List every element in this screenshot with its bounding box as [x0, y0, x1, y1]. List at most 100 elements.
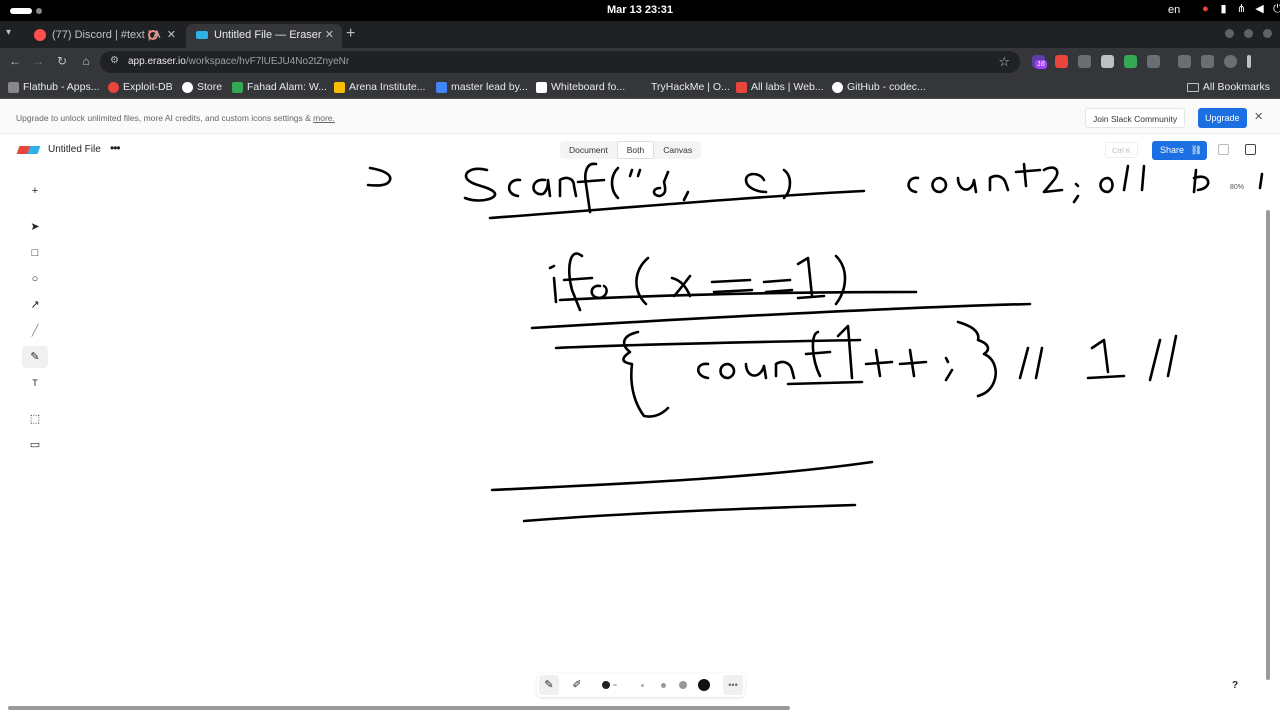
rectangle-tool-icon[interactable]: □ [22, 242, 48, 264]
bookmark-item[interactable]: Whiteboard fo... [536, 81, 625, 93]
zoom-level[interactable]: 80% [1230, 184, 1244, 191]
reload-icon[interactable]: ↻ [54, 54, 70, 68]
os-clock[interactable]: Mar 13 23:31 [0, 4, 1280, 16]
keyboard-language[interactable]: en [1168, 4, 1180, 16]
bookmark-item[interactable]: master lead by... [436, 81, 528, 93]
bookmark-item[interactable]: All labs | Web... [736, 81, 824, 93]
tab-search-chevron-icon[interactable]: ▾ [6, 27, 11, 38]
ink-stroke [1014, 162, 1042, 188]
close-icon[interactable]: ✕ [325, 24, 334, 46]
ink-stroke [366, 166, 392, 187]
extension-icon[interactable] [1078, 55, 1091, 68]
bookmark-item[interactable]: Flathub - Apps... [8, 81, 99, 93]
ink-stroke [782, 168, 792, 200]
comment-tool-icon[interactable]: ▭ [22, 434, 48, 456]
system-tray[interactable]: ● ▮ ⋔ ◀ ⏻ [1200, 3, 1280, 16]
close-window-button[interactable] [1263, 29, 1272, 38]
all-bookmarks[interactable]: All Bookmarks [1186, 81, 1270, 93]
folder-icon [1186, 83, 1199, 92]
select-tool-icon[interactable]: ➤ [22, 216, 48, 238]
recording-indicator-icon [148, 30, 158, 40]
bookmark-star-icon[interactable]: ☆ [998, 54, 1010, 70]
ellipse-tool-icon[interactable]: ○ [22, 268, 48, 290]
ink-stroke [1122, 164, 1146, 192]
address-bar[interactable]: ⚙ app.eraser.io/workspace/hvF7lUEJU4No2t… [100, 51, 1020, 73]
ink-stroke [670, 274, 692, 298]
ink-stroke [1148, 334, 1178, 382]
back-arrow-icon[interactable]: ← [7, 54, 23, 68]
ink-stroke [931, 176, 948, 194]
ink-stroke [719, 362, 736, 380]
ink-stroke [522, 503, 857, 523]
tab-discord[interactable]: (77) Discord | #text | A ✕ [24, 24, 184, 48]
ink-stroke [532, 178, 552, 198]
flask-icon[interactable] [1178, 55, 1191, 68]
line-tool-icon[interactable]: ╱ [22, 320, 48, 342]
arrow-tool-icon[interactable]: ↗ [22, 294, 48, 316]
extension-icon[interactable] [1124, 55, 1137, 68]
stroke-size-m[interactable] [679, 681, 687, 689]
discord-favicon-icon [34, 29, 46, 41]
chevron-down-icon [613, 684, 617, 686]
text-tool-icon[interactable]: T [22, 372, 48, 394]
horizontal-scrollbar[interactable] [8, 706, 790, 710]
ink-stroke [1192, 168, 1210, 194]
ink-stroke [576, 162, 606, 214]
help-button[interactable]: ? [1232, 680, 1238, 691]
ink-stroke [530, 302, 1032, 330]
extension-icon[interactable] [1055, 55, 1068, 68]
pen-tool-icon[interactable]: ✎ [22, 346, 48, 368]
url-text[interactable]: app.eraser.io/workspace/hvF7lUEJU4No2tZn… [128, 56, 349, 67]
close-icon[interactable]: ✕ [167, 24, 176, 46]
ink-stroke [864, 348, 894, 378]
ink-stroke [562, 252, 594, 312]
bookmark-item[interactable]: TryHackMe | O... [636, 81, 730, 93]
ink-stroke [898, 348, 928, 378]
bookmark-item[interactable]: Arena Institute... [334, 81, 425, 93]
window-controls [1225, 29, 1272, 38]
more-options-icon[interactable]: ••• [723, 675, 743, 695]
tab-title: (77) Discord | #text | A [52, 29, 161, 41]
puzzle-icon[interactable] [1147, 55, 1160, 68]
kebab-menu-icon[interactable] [1247, 55, 1251, 68]
ink-stroke [744, 362, 768, 380]
stroke-size-l[interactable] [698, 679, 710, 691]
new-tab-button[interactable]: + [346, 25, 355, 43]
tab-eraser[interactable]: Untitled File — Eraser ✕ [186, 24, 342, 48]
pen-icon[interactable]: ✎ [539, 675, 559, 695]
color-swatch[interactable] [602, 681, 610, 689]
extension-icon[interactable]: 16 [1032, 55, 1047, 69]
forward-arrow-icon[interactable]: → [30, 54, 46, 68]
eraser-favicon-icon [196, 31, 208, 39]
ink-stroke [1042, 166, 1064, 194]
ink-stroke [836, 324, 854, 380]
extension-icon[interactable] [1101, 55, 1114, 68]
ink-stroke [558, 290, 918, 302]
bookmark-item[interactable]: Fahad Alam: W... [232, 81, 327, 93]
ink-stroke [1099, 176, 1114, 194]
bookmarks-bar: Flathub - Apps... Exploit-DB Store Fahad… [0, 77, 1280, 99]
bookmark-item[interactable]: GitHub - codec... [832, 81, 926, 93]
add-icon[interactable]: + [22, 180, 48, 202]
ink-stroke [507, 178, 522, 198]
vertical-scrollbar[interactable] [1266, 210, 1270, 680]
bookmark-item[interactable]: Store [182, 81, 222, 93]
minimize-button[interactable] [1225, 29, 1234, 38]
volume-icon: ◀ [1255, 3, 1264, 15]
bookmark-item[interactable]: Exploit-DB [108, 81, 173, 93]
home-icon[interactable]: ⌂ [78, 54, 94, 68]
frame-tool-icon[interactable]: ⬚ [22, 408, 48, 430]
highlighter-icon[interactable]: ✐ [567, 675, 587, 695]
microphone-icon: ▮ [1220, 3, 1227, 15]
site-info-icon[interactable]: ⚙ [110, 55, 119, 66]
stroke-size-s[interactable] [661, 683, 666, 688]
whiteboard-canvas[interactable] [0, 100, 1280, 720]
sidebar-icon[interactable] [1201, 55, 1214, 68]
maximize-button[interactable] [1244, 29, 1253, 38]
ink-stroke [628, 168, 642, 178]
profile-icon[interactable] [1224, 55, 1237, 68]
os-top-bar: Mar 13 23:31 en ● ▮ ⋔ ◀ ⏻ [0, 0, 1280, 21]
ink-stroke [488, 189, 866, 220]
stroke-size-xs[interactable] [641, 684, 644, 687]
ink-stroke [744, 172, 768, 194]
